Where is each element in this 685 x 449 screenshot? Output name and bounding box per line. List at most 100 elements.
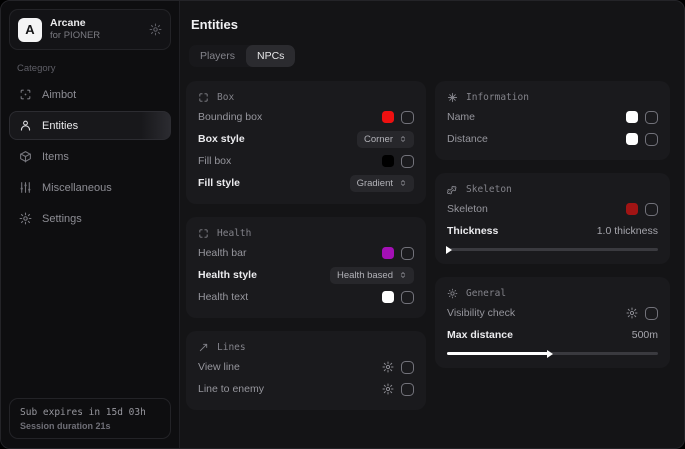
corners-icon — [198, 228, 209, 239]
subscription-card: Sub expires in 15d 03h Session duration … — [9, 398, 171, 439]
checkbox[interactable] — [401, 155, 414, 168]
color-swatch[interactable] — [382, 111, 394, 123]
color-swatch[interactable] — [382, 247, 394, 259]
thickness-slider[interactable] — [447, 245, 658, 254]
setting-row-max-distance: Max distance 500m — [447, 324, 658, 346]
color-swatch[interactable] — [382, 155, 394, 167]
slider-value: 500m — [632, 329, 658, 341]
setting-row-thickness: Thickness 1.0 thickness — [447, 220, 658, 242]
row-label: Max distance — [447, 329, 513, 341]
sidebar-item-label: Settings — [42, 213, 82, 225]
box-style-select[interactable]: Corner — [357, 131, 414, 148]
sidebar-item-entities[interactable]: Entities — [9, 111, 171, 140]
line-icon — [198, 342, 209, 353]
session-duration-text: Session duration 21s — [20, 421, 160, 431]
color-swatch[interactable] — [626, 111, 638, 123]
setting-row-visibility-check: Visibility check — [447, 302, 658, 324]
row-label: Distance — [447, 133, 488, 145]
card-title: Box — [217, 92, 234, 103]
fill-style-select[interactable]: Gradient — [350, 175, 414, 192]
color-swatch[interactable] — [382, 291, 394, 303]
setting-row-fill-box: Fill box — [198, 150, 414, 172]
row-label: Bounding box — [198, 111, 262, 123]
card-box: Box Bounding box Box style Corner — [186, 81, 426, 204]
setting-row-view-line: View line — [198, 356, 414, 378]
card-information: Information Name Distance — [435, 81, 670, 160]
setting-row-health-style: Health style Health based — [198, 264, 414, 286]
gear-icon[interactable] — [382, 361, 394, 373]
corners-icon — [198, 92, 209, 103]
app-window: A Arcane for PIONER Category Aimbot Enti… — [0, 0, 685, 449]
setting-row-skeleton: Skeleton — [447, 198, 658, 220]
setting-row-health-bar: Health bar — [198, 242, 414, 264]
tab-npcs[interactable]: NPCs — [246, 45, 295, 67]
checkbox[interactable] — [645, 133, 658, 146]
app-logo: A — [18, 18, 42, 42]
sidebar-item-settings[interactable]: Settings — [9, 204, 171, 233]
logo-card: A Arcane for PIONER — [9, 9, 171, 50]
main-content: Entities Players NPCs Box Bounding box — [180, 1, 684, 448]
bone-icon — [447, 184, 458, 195]
checkbox[interactable] — [401, 383, 414, 396]
sidebar-item-items[interactable]: Items — [9, 142, 171, 171]
row-label: Visibility check — [447, 307, 515, 319]
setting-row-distance: Distance — [447, 128, 658, 150]
chevron-updown-icon — [399, 135, 407, 143]
chevron-updown-icon — [399, 271, 407, 279]
color-swatch[interactable] — [626, 203, 638, 215]
slider-thumb[interactable] — [446, 246, 452, 254]
category-label: Category — [17, 63, 171, 74]
app-subtitle: for PIONER — [50, 30, 100, 42]
checkbox[interactable] — [401, 111, 414, 124]
right-column: Information Name Distance — [435, 81, 670, 368]
cube-icon — [19, 150, 32, 163]
sidebar-nav: Aimbot Entities Items Miscellaneous Sett… — [9, 80, 171, 233]
slider-thumb[interactable] — [547, 350, 553, 358]
sliders-icon — [19, 181, 32, 194]
slider-value: 1.0 thickness — [597, 225, 658, 237]
app-name: Arcane — [50, 17, 100, 30]
max-distance-slider[interactable] — [447, 349, 658, 358]
setting-row-health-text: Health text — [198, 286, 414, 308]
row-label: Box style — [198, 133, 245, 145]
color-swatch[interactable] — [626, 133, 638, 145]
gear-icon[interactable] — [149, 23, 162, 36]
row-label: Name — [447, 111, 475, 123]
setting-row-name: Name — [447, 106, 658, 128]
sidebar-item-label: Miscellaneous — [42, 182, 112, 194]
sun-icon — [447, 288, 458, 299]
card-header: Lines — [198, 342, 414, 353]
card-general: General Visibility check Max distance 50… — [435, 277, 670, 368]
row-label: View line — [198, 361, 240, 373]
card-header: Health — [198, 228, 414, 239]
sidebar-item-label: Items — [42, 151, 69, 163]
sidebar-item-aimbot[interactable]: Aimbot — [9, 80, 171, 109]
card-lines: Lines View line Line to enemy — [186, 331, 426, 410]
gear-icon[interactable] — [626, 307, 638, 319]
sidebar-item-miscellaneous[interactable]: Miscellaneous — [9, 173, 171, 202]
checkbox[interactable] — [401, 291, 414, 304]
checkbox[interactable] — [645, 203, 658, 216]
card-title: General — [466, 288, 506, 299]
card-header: Information — [447, 92, 658, 103]
tab-players[interactable]: Players — [189, 45, 246, 67]
card-title: Information — [466, 92, 529, 103]
checkbox[interactable] — [645, 307, 658, 320]
card-health: Health Health bar Health style Health ba… — [186, 217, 426, 318]
row-label: Fill box — [198, 155, 231, 167]
select-value: Gradient — [357, 178, 393, 189]
card-header: Skeleton — [447, 184, 658, 195]
checkbox[interactable] — [645, 111, 658, 124]
row-label: Skeleton — [447, 203, 488, 215]
row-label: Health bar — [198, 247, 246, 259]
health-style-select[interactable]: Health based — [330, 267, 414, 284]
person-icon — [19, 119, 32, 132]
checkbox[interactable] — [401, 247, 414, 260]
setting-row-bounding-box: Bounding box — [198, 106, 414, 128]
chevron-updown-icon — [399, 179, 407, 187]
card-title: Health — [217, 228, 251, 239]
gear-icon[interactable] — [382, 383, 394, 395]
tab-group: Players NPCs — [189, 45, 295, 67]
sidebar-item-label: Aimbot — [42, 89, 76, 101]
checkbox[interactable] — [401, 361, 414, 374]
